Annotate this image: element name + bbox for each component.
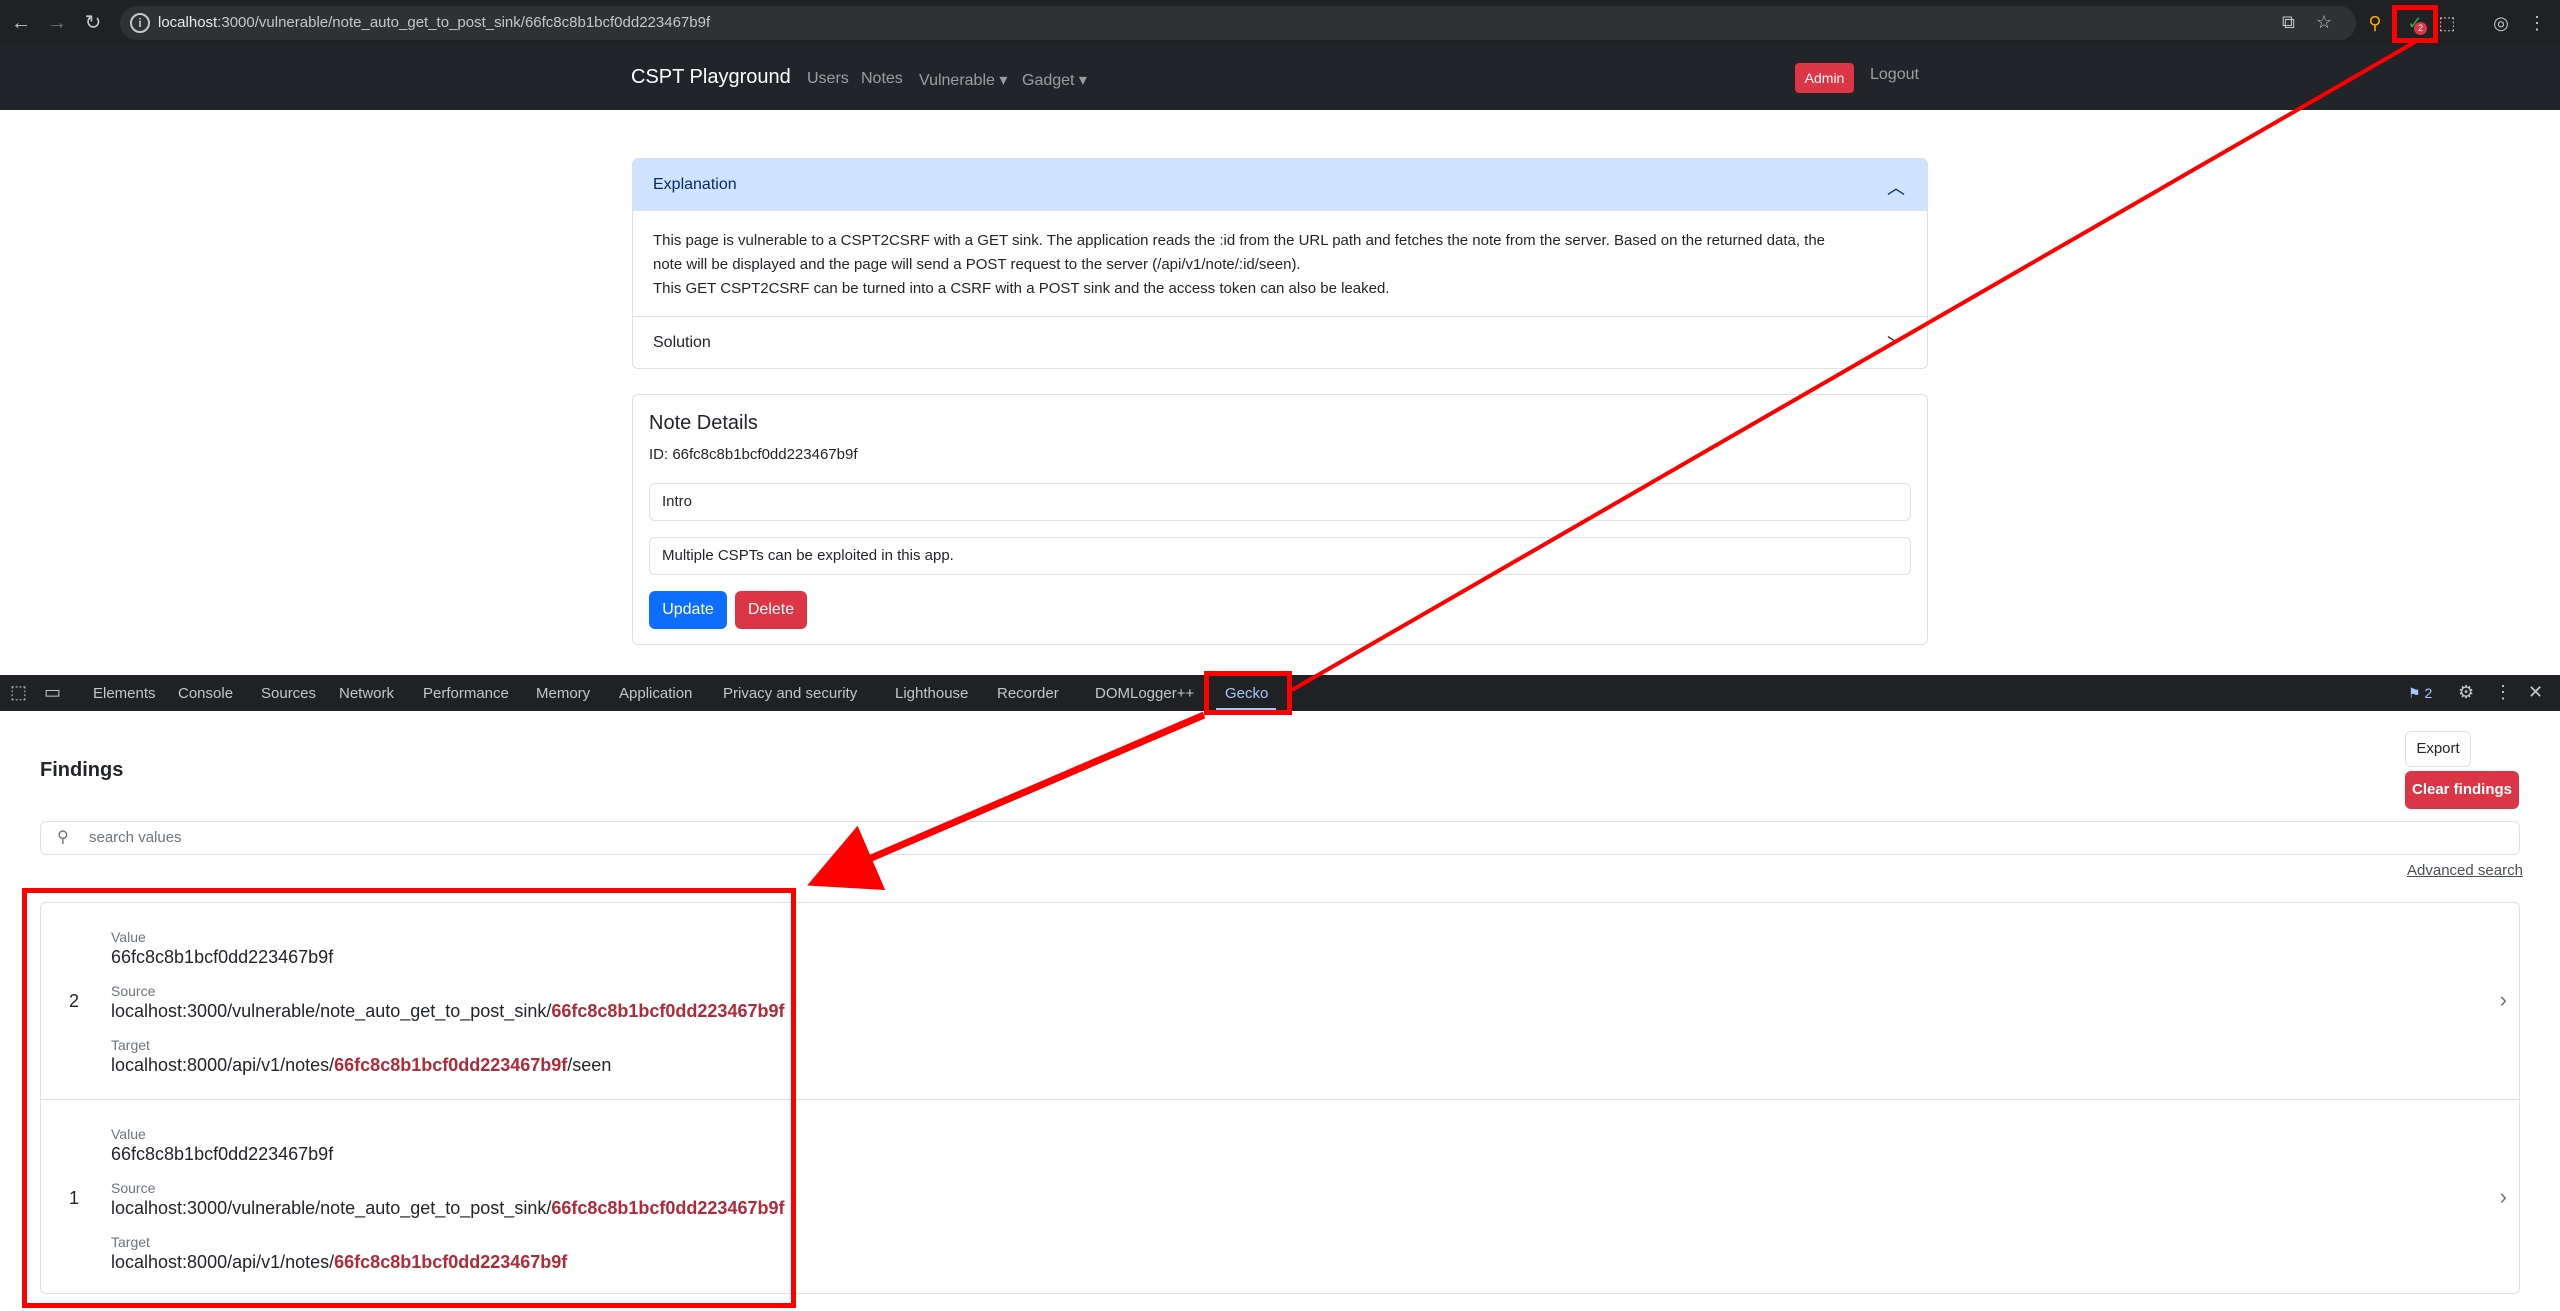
annotation-arrows	[807, 40, 2416, 891]
arrow-extension-to-tab	[1291, 40, 2416, 692]
arrow-tab-to-findings	[807, 711, 1206, 891]
